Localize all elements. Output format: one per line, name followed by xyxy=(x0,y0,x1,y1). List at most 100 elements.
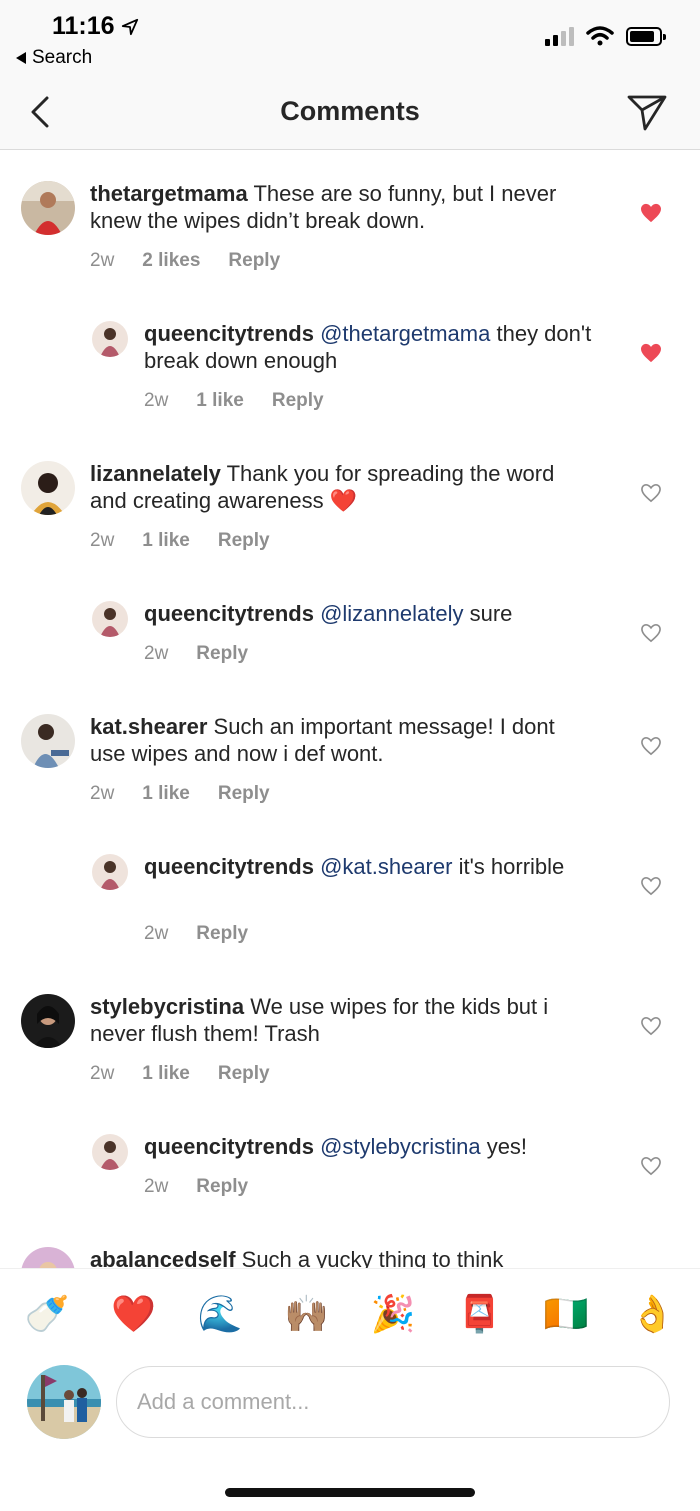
battery-icon xyxy=(626,26,666,46)
comment-mention[interactable]: @thetargetmama xyxy=(320,321,490,346)
comment-username[interactable]: queencitytrends xyxy=(144,601,314,626)
reply-button[interactable]: Reply xyxy=(196,923,248,945)
back-to-app-link[interactable]: Search xyxy=(16,47,92,69)
comment-username[interactable]: abalancedself xyxy=(90,1247,236,1268)
comment-age: 2w xyxy=(144,390,169,411)
comment-body: yes! xyxy=(486,1134,528,1159)
comment-reply-item: queencitytrends @lizannelately sure 2w R… xyxy=(0,598,700,711)
comment-composer xyxy=(0,1358,700,1458)
red-heart-emoji[interactable]: ❤️ xyxy=(104,1293,164,1334)
home-indicator[interactable] xyxy=(225,1488,475,1497)
reply-button[interactable]: Reply xyxy=(196,643,248,665)
comment-likes[interactable]: 1 like xyxy=(142,783,190,805)
comment-likes[interactable]: 1 like xyxy=(196,390,244,412)
comment-username[interactable]: kat.shearer xyxy=(90,714,207,739)
reply-button[interactable]: Reply xyxy=(228,250,280,272)
comment-item: kat.shearer Such an important message! I… xyxy=(0,711,700,851)
avatar[interactable] xyxy=(21,714,75,768)
comment-age: 2w xyxy=(90,1063,115,1084)
comment-text: abalancedself Such a yucky thing to thin… xyxy=(90,1246,590,1268)
comment-mention[interactable]: @lizannelately xyxy=(320,601,463,626)
comment-input[interactable] xyxy=(116,1366,670,1438)
comment-meta: 2w 1 like Reply xyxy=(90,783,270,805)
comment-mention[interactable]: @stylebycristina xyxy=(320,1134,481,1159)
comment-age: 2w xyxy=(90,530,115,551)
party-popper-emoji[interactable]: 🎉 xyxy=(363,1293,423,1334)
comment-body: it's horrible xyxy=(458,854,565,879)
heart-outline-icon[interactable] xyxy=(640,623,662,643)
comments-header: Comments xyxy=(0,80,700,150)
comment-likes[interactable]: 1 like xyxy=(142,1063,190,1085)
comment-item: abalancedself Such a yucky thing to thin… xyxy=(0,1244,700,1268)
system-icons xyxy=(545,26,666,46)
comment-mention[interactable]: @kat.shearer xyxy=(320,854,452,879)
avatar[interactable] xyxy=(21,1247,75,1268)
comment-meta: 2w 1 like Reply xyxy=(90,1063,270,1085)
baby-bottle-emoji[interactable]: 🍼 xyxy=(17,1293,77,1334)
reply-button[interactable]: Reply xyxy=(218,783,270,805)
page-title: Comments xyxy=(280,96,420,126)
heart-outline-icon[interactable] xyxy=(640,1016,662,1036)
back-to-app-label: Search xyxy=(32,47,93,68)
comment-text: thetargetmama These are so funny, but I … xyxy=(90,180,590,234)
avatar[interactable] xyxy=(21,994,75,1048)
ok-hand-emoji[interactable]: 👌 xyxy=(623,1293,683,1334)
comment-likes[interactable]: 2 likes xyxy=(142,250,200,272)
raising-hands-emoji[interactable]: 🙌🏽 xyxy=(277,1293,337,1334)
comment-age: 2w xyxy=(144,643,169,664)
comment-age: 2w xyxy=(90,783,115,804)
cellular-signal-icon xyxy=(545,26,574,46)
comment-username[interactable]: queencitytrends xyxy=(144,854,314,879)
wave-emoji[interactable]: 🌊 xyxy=(190,1293,250,1334)
comment-username[interactable]: queencitytrends xyxy=(144,1134,314,1159)
comment-reply-item: queencitytrends @thetargetmama they don'… xyxy=(0,318,700,458)
heart-filled-icon[interactable] xyxy=(640,203,662,223)
reply-button[interactable]: Reply xyxy=(218,1063,270,1085)
comment-age: 2w xyxy=(90,250,115,271)
comment-username[interactable]: lizannelately xyxy=(90,461,221,486)
avatar[interactable] xyxy=(92,321,128,357)
comment-body: sure xyxy=(469,601,513,626)
own-avatar xyxy=(27,1365,101,1439)
comment-likes[interactable]: 1 like xyxy=(142,530,190,552)
reply-button[interactable]: Reply xyxy=(272,390,324,412)
comment-item: lizannelately Thank you for spreading th… xyxy=(0,458,700,598)
heart-filled-icon[interactable] xyxy=(640,343,662,363)
comment-reply-item: queencitytrends @stylebycristina yes! 2w… xyxy=(0,1131,700,1244)
comment-username[interactable]: queencitytrends xyxy=(144,321,314,346)
avatar[interactable] xyxy=(21,181,75,235)
comment-age: 2w xyxy=(144,923,169,944)
comments-list[interactable]: thetargetmama These are so funny, but I … xyxy=(0,150,700,1268)
avatar[interactable] xyxy=(92,1134,128,1170)
comment-text: queencitytrends @kat.shearer it's horrib… xyxy=(144,853,594,880)
comment-meta: 2w 2 likes Reply xyxy=(90,250,280,272)
status-bar: 11:16 Search xyxy=(0,0,700,80)
emoji-quick-bar: 🍼 ❤️ 🌊 🙌🏽 🎉 📮 🇨🇮 👌 xyxy=(0,1268,700,1358)
comment-age: 2w xyxy=(144,1176,169,1197)
avatar[interactable] xyxy=(92,601,128,637)
comment-text: queencitytrends @thetargetmama they don'… xyxy=(144,320,594,374)
postbox-emoji[interactable]: 📮 xyxy=(450,1293,510,1334)
avatar[interactable] xyxy=(21,461,75,515)
heart-outline-icon[interactable] xyxy=(640,1156,662,1176)
comment-item: thetargetmama These are so funny, but I … xyxy=(0,178,700,318)
comment-meta: 2w Reply xyxy=(144,1176,248,1198)
paper-plane-icon[interactable] xyxy=(626,90,668,132)
comment-text: lizannelately Thank you for spreading th… xyxy=(90,460,590,514)
location-arrow-icon xyxy=(121,18,138,35)
avatar[interactable] xyxy=(92,854,128,890)
comment-meta: 2w 1 like Reply xyxy=(144,390,324,412)
reply-button[interactable]: Reply xyxy=(196,1176,248,1198)
flag-emoji[interactable]: 🇨🇮 xyxy=(536,1293,596,1334)
comment-item: stylebycristina We use wipes for the kid… xyxy=(0,991,700,1131)
comment-username[interactable]: thetargetmama xyxy=(90,181,248,206)
comment-reply-item: queencitytrends @kat.shearer it's horrib… xyxy=(0,851,700,991)
reply-button[interactable]: Reply xyxy=(218,530,270,552)
comment-username[interactable]: stylebycristina xyxy=(90,994,244,1019)
status-time: 11:16 xyxy=(52,12,139,41)
heart-outline-icon[interactable] xyxy=(640,736,662,756)
heart-outline-icon[interactable] xyxy=(640,876,662,896)
wifi-icon xyxy=(586,26,614,46)
heart-outline-icon[interactable] xyxy=(640,483,662,503)
comment-meta: 2w 1 like Reply xyxy=(90,530,270,552)
